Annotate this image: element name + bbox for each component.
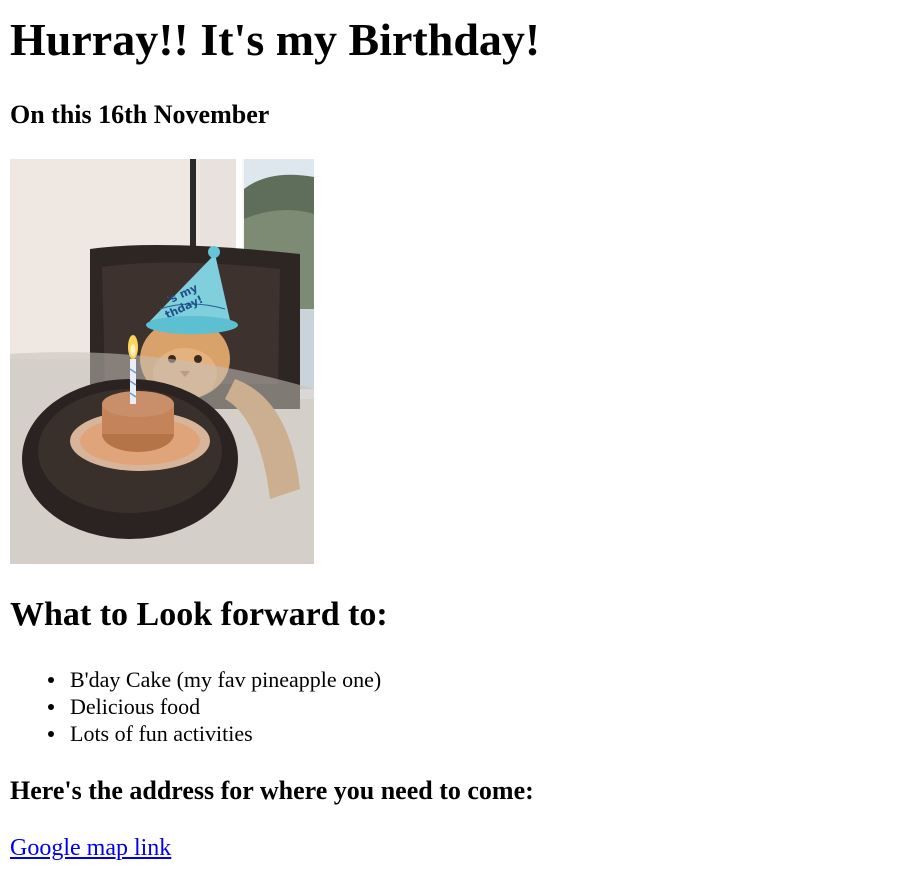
- list-item: Lots of fun activities: [10, 720, 381, 747]
- page-title: Hurray!! It's my Birthday!: [10, 14, 541, 65]
- birthday-cat-photo: 's my thday!: [10, 159, 314, 564]
- section-heading: What to Look forward to:: [10, 596, 388, 633]
- list-item: Delicious food: [10, 693, 381, 720]
- plans-list: B'day Cake (my fav pineapple one) Delici…: [10, 666, 381, 747]
- date-subtitle: On this 16th November: [10, 100, 270, 129]
- address-heading: Here's the address for where you need to…: [10, 776, 534, 805]
- list-item: B'day Cake (my fav pineapple one): [10, 666, 381, 693]
- google-map-link[interactable]: Google map link: [10, 834, 171, 862]
